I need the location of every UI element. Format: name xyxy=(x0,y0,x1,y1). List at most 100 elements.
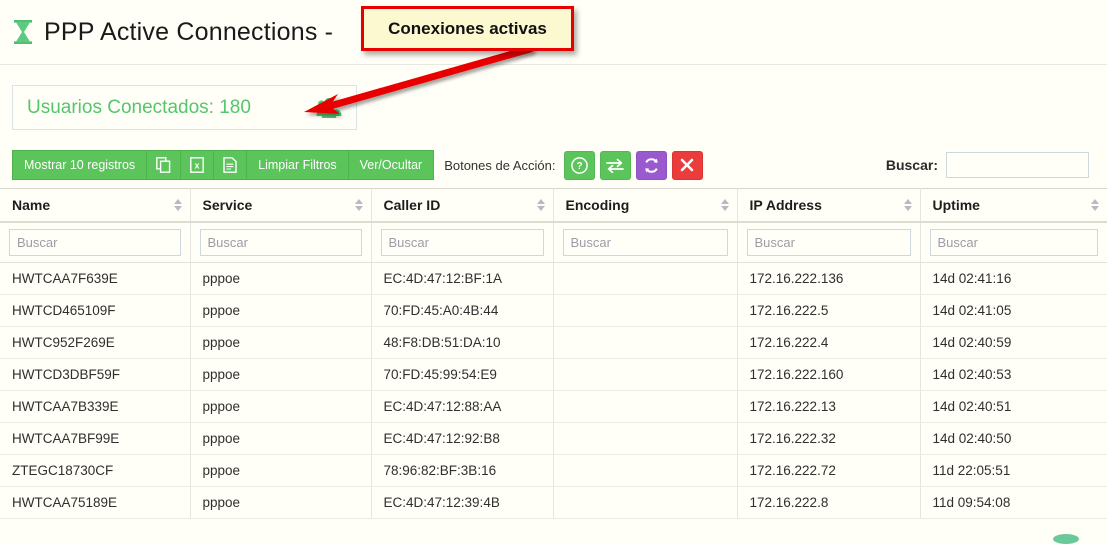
show-records-button[interactable]: Mostrar 10 registros xyxy=(12,150,147,180)
help-button[interactable]: ? xyxy=(563,150,595,180)
annotation-text: Conexiones activas xyxy=(388,18,547,38)
cell-ip-address: 172.16.222.136 xyxy=(737,262,921,295)
connected-users-label: Usuarios Conectados: 180 xyxy=(27,96,251,118)
column-header-service[interactable]: Service xyxy=(190,188,372,223)
cell-ip-address: 172.16.222.13 xyxy=(737,390,921,423)
search-input[interactable] xyxy=(946,152,1089,178)
cell-uptime: 14d 02:41:05 xyxy=(920,294,1107,327)
hourglass-icon xyxy=(14,20,32,44)
close-button[interactable] xyxy=(671,150,703,180)
filter-cell-caller-id xyxy=(371,221,554,263)
sort-arrows-icon xyxy=(173,198,182,211)
column-header-label: Encoding xyxy=(565,196,630,213)
cell-encoding xyxy=(553,422,738,455)
copy-button[interactable] xyxy=(146,150,181,180)
cell-encoding xyxy=(553,294,738,327)
cell-caller-id: 48:F8:DB:51:DA:10 xyxy=(371,326,554,359)
cell-uptime: 14d 02:41:16 xyxy=(920,262,1107,295)
cell-uptime: 11d 22:05:51 xyxy=(920,454,1107,487)
refresh-icon xyxy=(644,157,658,173)
column-header-label: Service xyxy=(202,196,253,213)
cell-caller-id: 70:FD:45:A0:4B:44 xyxy=(371,294,554,327)
cell-service: pppoe xyxy=(190,486,372,519)
close-x-icon xyxy=(680,158,694,172)
column-header-encoding[interactable]: Encoding xyxy=(553,188,738,223)
connected-users-section: Usuarios Conectados: 180 xyxy=(0,65,1107,144)
table-filter-row xyxy=(0,221,1107,263)
excel-export-button[interactable]: x xyxy=(180,150,214,180)
filter-input-uptime[interactable] xyxy=(929,228,1098,256)
column-header-name[interactable]: Name xyxy=(0,188,191,223)
cell-name: HWTCD465109F xyxy=(0,294,191,327)
cell-encoding xyxy=(553,390,738,423)
show-hide-columns-button[interactable]: Ver/Ocultar xyxy=(347,150,435,180)
cell-caller-id: EC:4D:47:12:88:AA xyxy=(371,390,554,423)
table-row[interactable]: HWTC952F269E pppoe 48:F8:DB:51:DA:10 172.16… xyxy=(0,326,1107,359)
document-export-icon xyxy=(223,157,237,173)
copy-icon xyxy=(156,157,171,173)
cell-uptime: 11d 09:54:08 xyxy=(920,486,1107,519)
column-header-label: Caller ID xyxy=(383,196,441,213)
sort-arrows-icon xyxy=(1091,198,1099,211)
annotation-callout: Conexiones activas xyxy=(361,6,574,51)
cell-caller-id: EC:4D:47:12:39:4B xyxy=(371,486,554,519)
cell-encoding xyxy=(553,486,738,519)
cell-name: HWTCD3DBF59F xyxy=(0,358,191,391)
column-header-label: Name xyxy=(12,196,51,213)
filter-input-encoding[interactable] xyxy=(562,228,728,256)
table-row[interactable]: HWTCD3DBF59F pppoe 70:FD:45:99:54:E9 172.16… xyxy=(0,358,1107,391)
connected-users-box: Usuarios Conectados: 180 xyxy=(12,85,357,130)
table-row[interactable]: HWTCAA7F639E pppoe EC:4D:47:12:BF:1A 172.16… xyxy=(0,262,1107,295)
cell-uptime: 14d 02:40:51 xyxy=(920,390,1107,423)
cell-uptime: 14d 02:40:59 xyxy=(920,326,1107,359)
sort-arrows-icon xyxy=(354,198,363,211)
cell-ip-address: 172.16.222.8 xyxy=(737,486,921,519)
filter-cell-service xyxy=(190,221,372,263)
cell-caller-id: 70:FD:45:99:54:E9 xyxy=(371,358,554,391)
filter-input-ip-address[interactable] xyxy=(746,228,911,256)
cell-caller-id: EC:4D:47:12:BF:1A xyxy=(371,262,554,295)
table-toolbar: Mostrar 10 registros x Limpiar Filtros V… xyxy=(0,148,1107,182)
cell-uptime: 14d 02:40:53 xyxy=(920,358,1107,391)
filter-cell-ip-address xyxy=(737,221,921,263)
page-title: PPP Active Connections - xyxy=(44,17,334,46)
sort-arrows-icon xyxy=(720,198,729,211)
svg-text:?: ? xyxy=(576,161,582,172)
cell-name: HWTCAA75189E xyxy=(0,486,191,519)
cell-caller-id: EC:4D:47:12:92:B8 xyxy=(371,422,554,455)
cell-caller-id: 78:96:82:BF:3B:16 xyxy=(371,454,554,487)
cell-service: pppoe xyxy=(190,326,372,359)
table-header-row: Name Service Caller ID Encoding IP Addre… xyxy=(0,188,1107,223)
clear-filters-button[interactable]: Limpiar Filtros xyxy=(246,150,348,180)
table-body: HWTCAA7F639E pppoe EC:4D:47:12:BF:1A 172.16… xyxy=(0,262,1107,519)
cell-name: HWTC952F269E xyxy=(0,326,191,359)
cell-service: pppoe xyxy=(190,294,372,327)
partially-visible-button[interactable] xyxy=(1053,534,1079,544)
table-row[interactable]: HWTCAA75189E pppoe EC:4D:47:12:39:4B 172.16… xyxy=(0,486,1107,519)
cell-uptime: 14d 02:40:50 xyxy=(920,422,1107,455)
question-circle-icon: ? xyxy=(570,156,588,174)
table-row[interactable]: HWTCAA7B339E pppoe EC:4D:47:12:88:AA 172.16… xyxy=(0,390,1107,423)
column-header-ip-address[interactable]: IP Address xyxy=(737,188,921,223)
transfer-button[interactable] xyxy=(599,150,631,180)
sort-arrows-icon xyxy=(536,198,545,211)
cell-ip-address: 172.16.222.72 xyxy=(737,454,921,487)
table-row[interactable]: HWTCD465109F pppoe 70:FD:45:A0:4B:44 172.16… xyxy=(0,294,1107,327)
search-label: Buscar: xyxy=(885,157,938,173)
cell-ip-address: 172.16.222.5 xyxy=(737,294,921,327)
filter-input-caller-id[interactable] xyxy=(380,228,544,256)
column-header-caller-id[interactable]: Caller ID xyxy=(371,188,554,223)
document-export-button[interactable] xyxy=(213,150,247,180)
column-header-uptime[interactable]: Uptime xyxy=(920,188,1107,223)
filter-input-name[interactable] xyxy=(9,228,181,256)
filter-input-service[interactable] xyxy=(199,228,362,256)
cell-ip-address: 172.16.222.32 xyxy=(737,422,921,455)
cell-service: pppoe xyxy=(190,358,372,391)
refresh-button[interactable] xyxy=(635,150,667,180)
filter-cell-encoding xyxy=(553,221,738,263)
table-row[interactable]: HWTCAA7BF99E pppoe EC:4D:47:12:92:B8 172.16… xyxy=(0,422,1107,455)
table-head: Name Service Caller ID Encoding IP Addre… xyxy=(0,188,1107,263)
cell-ip-address: 172.16.222.4 xyxy=(737,326,921,359)
exchange-arrows-icon xyxy=(606,158,624,173)
table-row[interactable]: ZTEGC18730CF pppoe 78:96:82:BF:3B:16 172.16… xyxy=(0,454,1107,487)
